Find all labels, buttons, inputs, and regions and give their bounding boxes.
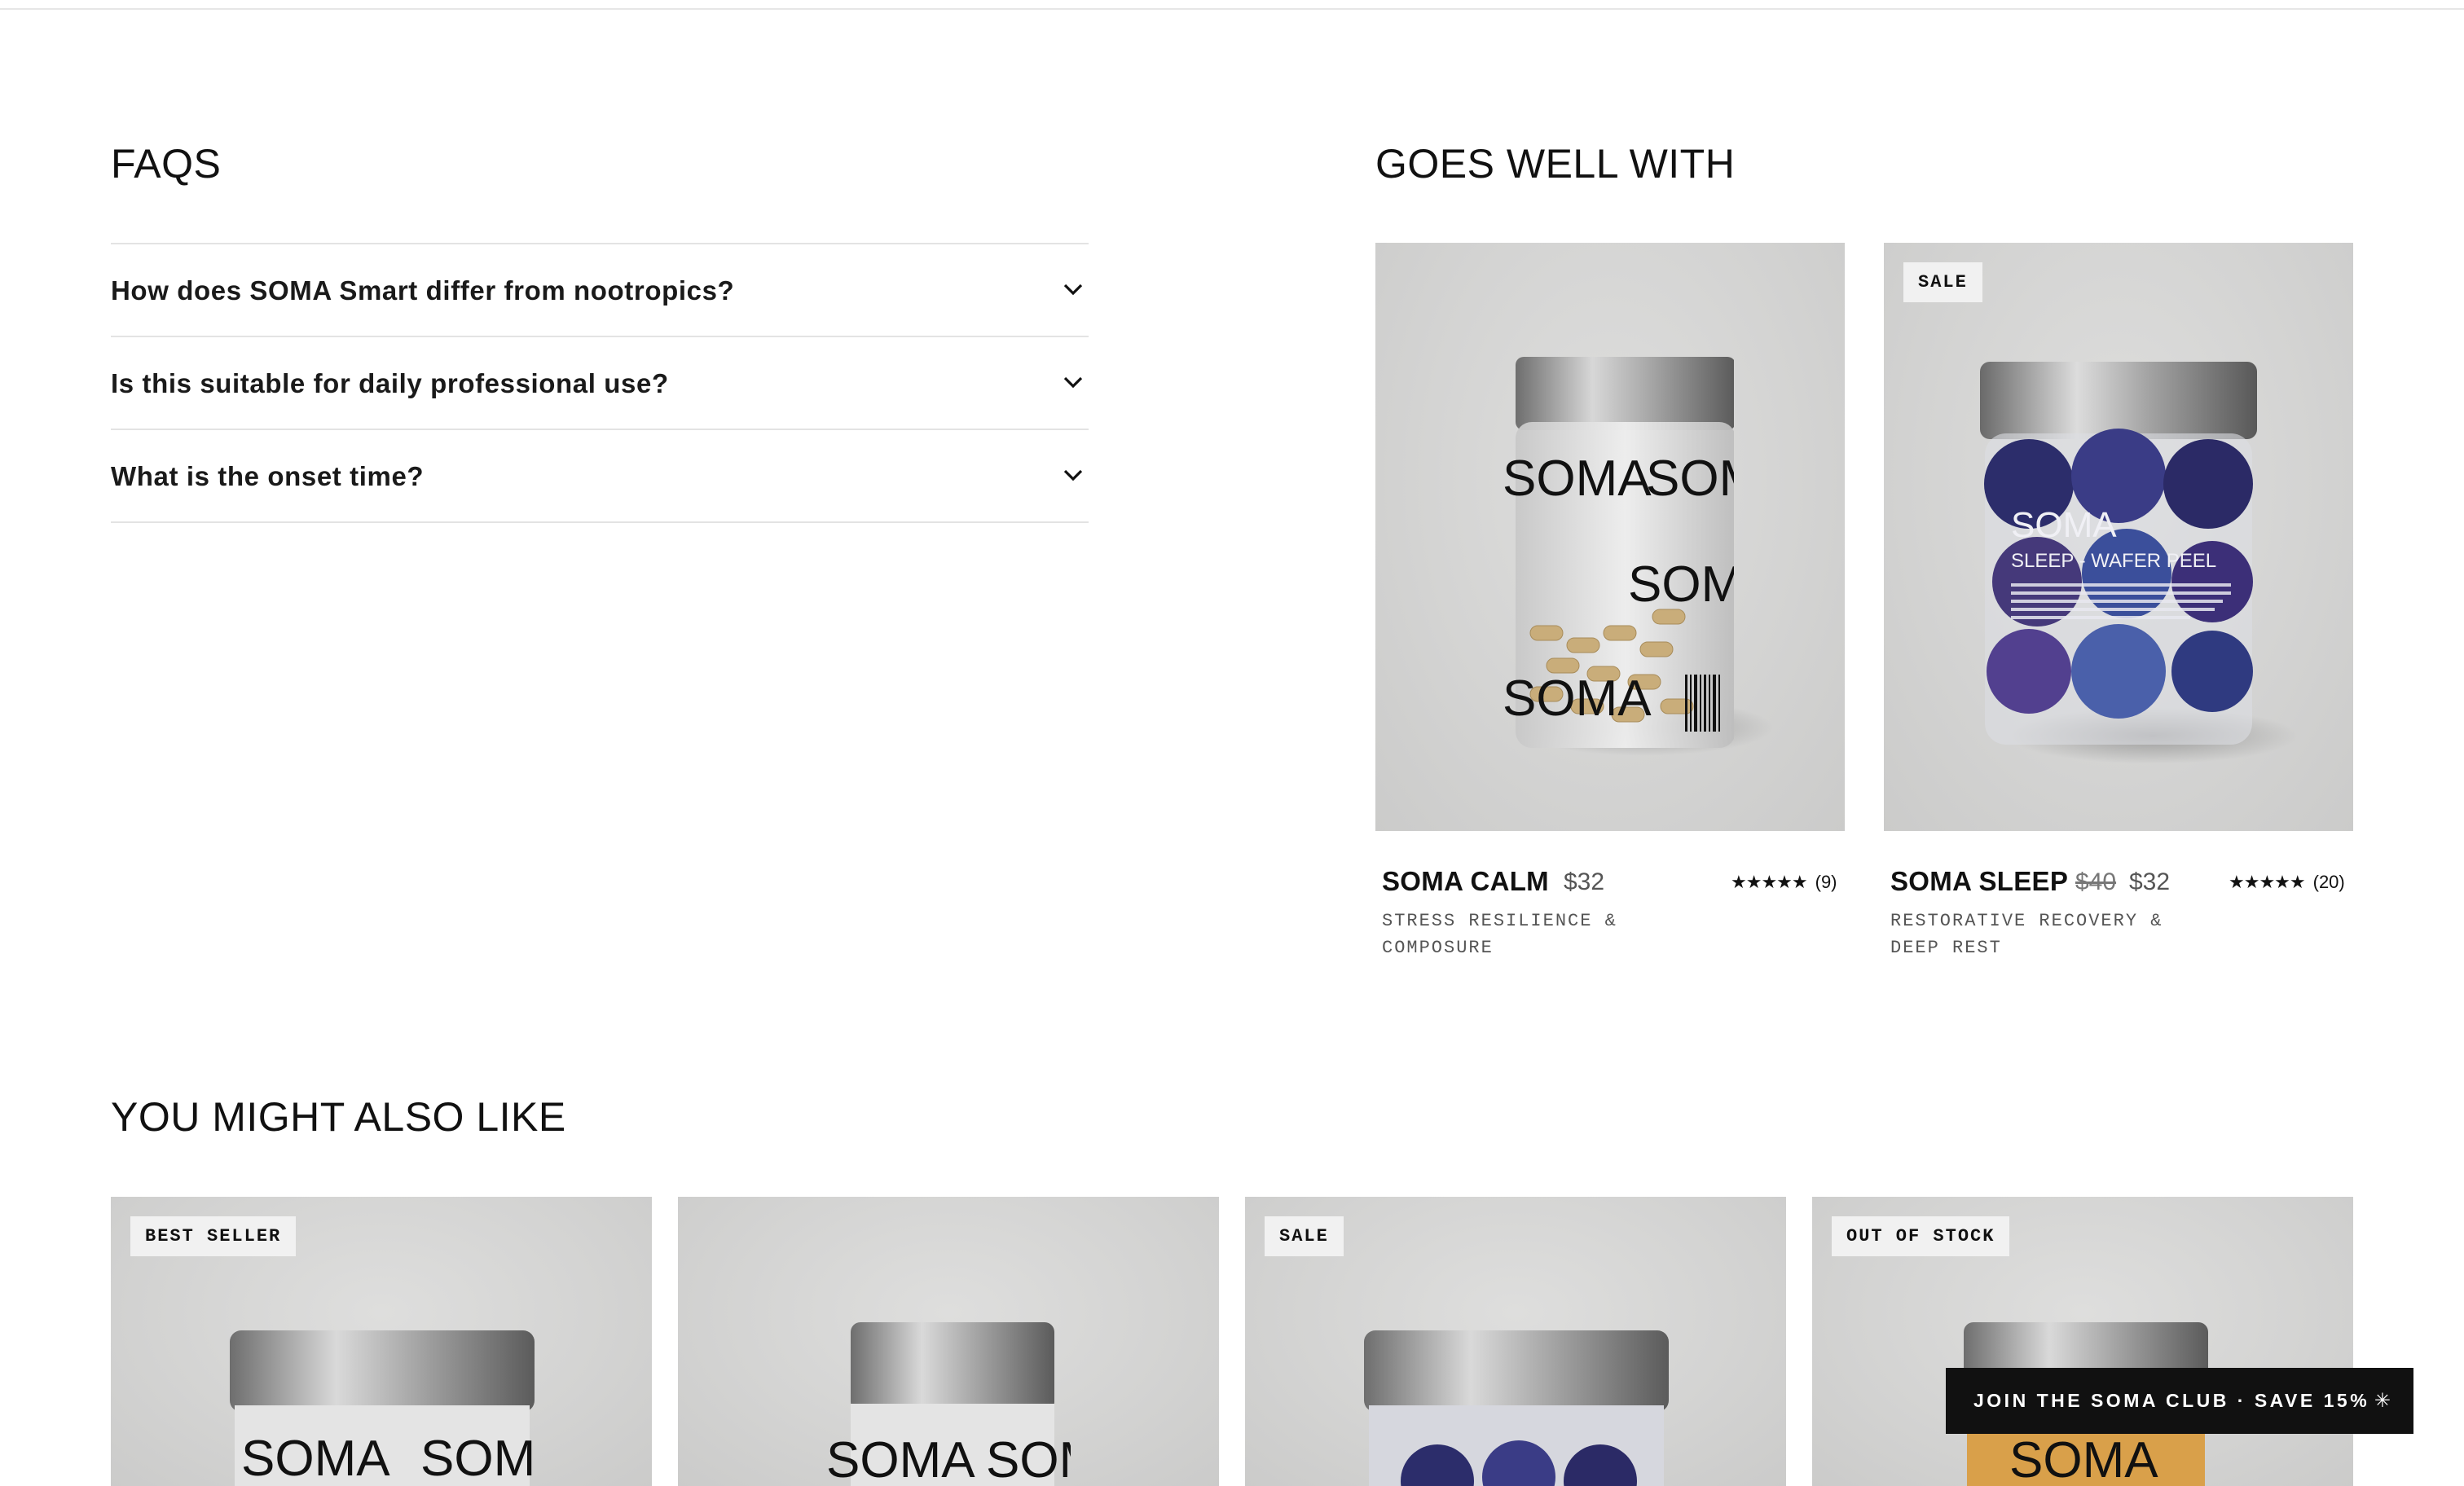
product-name[interactable]: SOMA SLEEP [1890,866,2068,897]
product-rating: ★★★★★ (20) [2229,872,2345,893]
join-club-banner[interactable]: JOIN THE SOMA CLUB · SAVE 15% ✳ [1946,1368,2413,1434]
product-rating: ★★★★★ (9) [1731,872,1837,893]
svg-text:SOMA: SOMA [2011,505,2117,545]
goes-well-with-heading: GOES WELL WITH [1375,141,1736,187]
top-divider [0,8,2464,10]
product-description: RESTORATIVE RECOVERY & DEEP REST [1890,911,2163,958]
product-price: $32 [1564,868,1605,895]
product-image[interactable]: SOMA SOMA BEST SELLER [111,1197,652,1486]
rating-count: (20) [2312,872,2345,892]
svg-text:SOMA: SOMA [1503,670,1652,727]
faq-item[interactable]: How does SOMA Smart differ from nootropi… [111,244,1089,337]
faq-question: What is the onset time? [111,461,425,491]
product-image[interactable]: SOMA OUT OF STOCK [1812,1197,2353,1486]
svg-text:SOMA: SOMA [986,1432,1071,1486]
sale-badge: SALE [1903,262,1982,302]
svg-text:SOMA: SOMA [1628,556,1734,613]
svg-text:SOMA: SOMA [1646,451,1734,507]
asterisk-icon: ✳ [2374,1390,2391,1412]
chevron-down-icon [1063,469,1083,481]
rating-count: (9) [1815,872,1837,892]
best-seller-badge: BEST SELLER [130,1216,297,1256]
star-rating-icon: ★★★★★ [2229,872,2306,892]
product-description: STRESS RESILIENCE & COMPOSURE [1382,911,1617,958]
capsule-jar-image: SOMA SOMA SOMA SOMA [1503,357,1734,748]
chevron-down-icon [1063,284,1083,296]
star-rating-icon: ★★★★★ [1731,872,1808,892]
product-price: $32 [2129,868,2171,895]
product-image-soma-calm[interactable]: SOMA SOMA SOMA SOMA [1375,243,1845,831]
chevron-down-icon [1063,376,1083,389]
jar-image [1364,1330,1669,1486]
product-original-price: $40 [2075,868,2117,895]
wafer-jar-image: SOMA SLEEP - WAFER PEEL [1980,362,2257,745]
svg-text:SOMA: SOMA [420,1431,535,1486]
svg-text:SOMA: SOMA [241,1431,390,1486]
faq-question: Is this suitable for daily professional … [111,368,669,398]
faqs-heading: FAQS [111,141,222,187]
join-club-label: JOIN THE SOMA CLUB · SAVE 15% [1973,1390,2370,1411]
faq-accordion: How does SOMA Smart differ from nootropi… [111,243,1089,523]
product-image-soma-sleep[interactable]: SOMA SLEEP - WAFER PEEL SALE [1884,243,2353,831]
product-name[interactable]: SOMA CALM [1382,866,1549,897]
jar-image: SOMA SOMA [230,1330,535,1486]
faq-item[interactable]: What is the onset time? [111,430,1089,523]
faq-item[interactable]: Is this suitable for daily professional … [111,337,1089,430]
svg-text:SOMA: SOMA [2009,1432,2158,1486]
product-image[interactable]: SALE [1245,1197,1786,1486]
you-might-also-like-heading: YOU MIGHT ALSO LIKE [111,1094,566,1140]
out-of-stock-badge: OUT OF STOCK [1832,1216,2010,1256]
jar-image: SOMA SOMA [826,1322,1071,1486]
svg-text:SOMA: SOMA [826,1432,975,1486]
faq-question: How does SOMA Smart differ from nootropi… [111,275,735,306]
svg-text:SOMA: SOMA [1503,451,1652,507]
sale-badge: SALE [1265,1216,1344,1256]
svg-text:SLEEP - WAFER PEEL: SLEEP - WAFER PEEL [2011,550,2216,572]
product-image[interactable]: SOMA SOMA [678,1197,1219,1486]
